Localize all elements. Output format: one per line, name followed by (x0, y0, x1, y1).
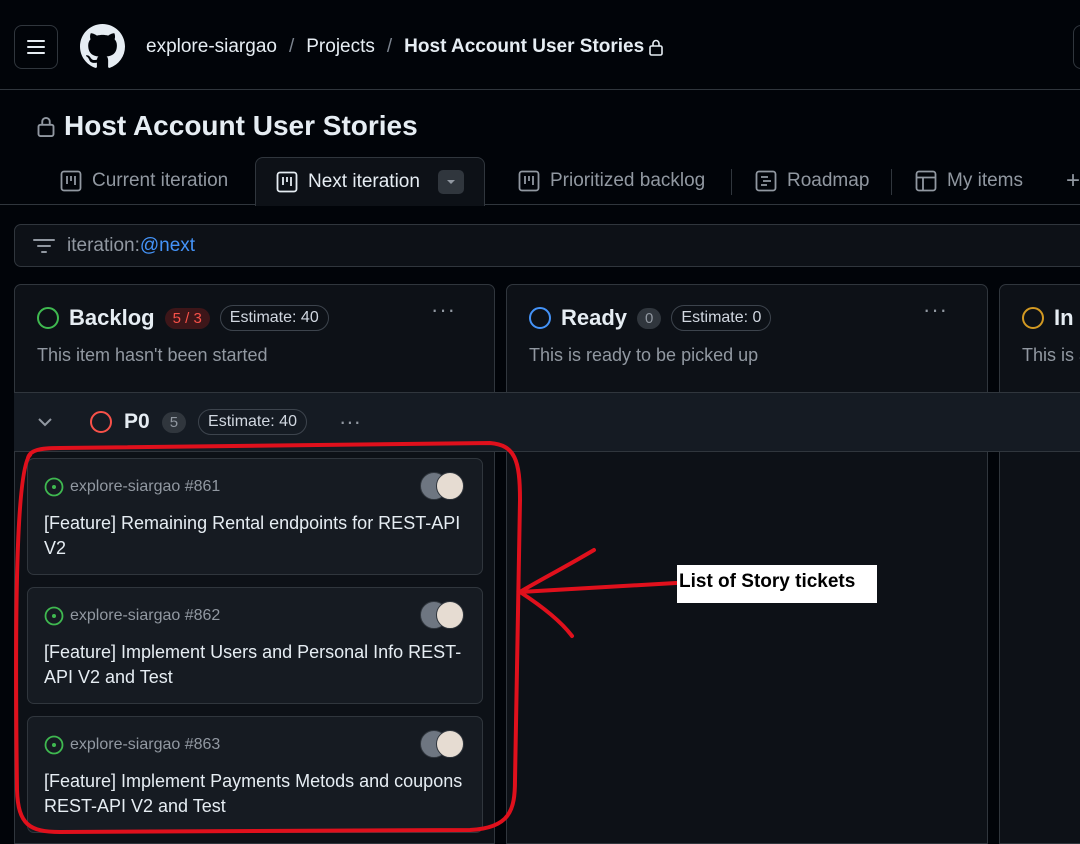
assignee-avatars[interactable] (420, 730, 466, 760)
breadcrumb: explore-siargao / Projects / Host Accoun… (146, 36, 664, 58)
project-title-text: Host Account User Stories (64, 110, 418, 141)
status-circle-icon (90, 411, 112, 433)
card-title[interactable]: [Feature] Implement Payments Metods and … (44, 769, 464, 819)
roadmap-icon (755, 170, 777, 192)
breadcrumb-current[interactable]: Host Account User Stories (404, 36, 664, 58)
column-ready: Ready 0 Estimate: 0 ··· This is ready to… (506, 284, 988, 844)
tab-label: Roadmap (787, 170, 870, 191)
issue-open-icon (44, 606, 64, 626)
card-title[interactable]: [Feature] Remaining Rental endpoints for… (44, 511, 464, 561)
column-count-badge: 5 / 3 (164, 307, 210, 329)
tab-roadmap[interactable]: Roadmap (755, 157, 869, 205)
filter-icon (33, 238, 55, 253)
filter-input[interactable]: iteration:@next (14, 224, 1080, 267)
annotation-label: List of Story tickets (677, 565, 877, 603)
column-description: This is ready to be picked up (529, 345, 759, 365)
status-circle-icon (529, 307, 551, 329)
chevron-down-icon[interactable] (36, 413, 54, 431)
issue-card[interactable]: explore-siargao #862 [Feature] Implement… (27, 587, 483, 704)
avatar (436, 472, 464, 500)
column-name: Backlog (69, 305, 155, 330)
breadcrumb-org-link[interactable]: explore-siargao (146, 36, 277, 58)
hamburger-menu-button[interactable] (14, 25, 58, 69)
group-count-badge: 5 (161, 411, 187, 433)
header-action-button[interactable] (1073, 25, 1080, 69)
avatar (436, 730, 464, 758)
group-header-p0: P0 5 Estimate: 40 ··· (14, 392, 1080, 452)
column-in-progress: In This is a (999, 284, 1080, 844)
assignee-avatars[interactable] (420, 601, 466, 631)
breadcrumb-separator: / (386, 36, 393, 57)
column-header: Ready 0 Estimate: 0 ··· This is ready to… (507, 285, 987, 393)
board-icon (518, 170, 540, 192)
status-circle-icon (1022, 307, 1044, 329)
tab-label: Prioritized backlog (550, 170, 706, 191)
tab-divider (891, 169, 892, 195)
column-header: Backlog 5 / 3 Estimate: 40 ··· This item… (15, 285, 494, 393)
issue-open-icon (44, 477, 64, 497)
avatar (436, 601, 464, 629)
tab-current-iteration[interactable]: Current iteration (60, 157, 228, 205)
column-description: This item hasn't been started (37, 345, 268, 365)
github-logo-icon[interactable] (80, 24, 125, 69)
group-name: P0 (124, 410, 150, 433)
page-title: Host Account User Stories (36, 110, 418, 142)
column-menu-button[interactable]: ··· (923, 297, 948, 323)
group-menu-button[interactable]: ··· (339, 409, 361, 435)
issue-card[interactable]: explore-siargao #863 [Feature] Implement… (27, 716, 483, 833)
assignee-avatars[interactable] (420, 472, 466, 502)
tab-divider (731, 169, 732, 195)
lock-icon (649, 39, 663, 56)
card-title[interactable]: [Feature] Implement Users and Personal I… (44, 640, 464, 690)
filter-value: @next (139, 234, 196, 256)
estimate-badge: Estimate: 40 (198, 409, 307, 435)
status-circle-icon (37, 307, 59, 329)
column-description: This is a (1022, 345, 1080, 365)
tab-options-button[interactable] (437, 170, 464, 194)
column-header: In This is a (1000, 285, 1080, 393)
new-view-button[interactable]: + (1066, 157, 1080, 205)
top-bar: explore-siargao / Projects / Host Accoun… (0, 0, 1080, 90)
card-repo-label[interactable]: explore-siargao #861 (70, 478, 220, 496)
breadcrumb-projects-link[interactable]: Projects (306, 36, 375, 58)
column-menu-button[interactable]: ··· (431, 297, 456, 323)
issue-card[interactable]: explore-siargao #861 [Feature] Remaining… (27, 458, 483, 575)
table-icon (915, 170, 937, 192)
board-icon (60, 170, 82, 192)
tab-label: Next iteration (308, 171, 420, 192)
column-name: In (1054, 305, 1074, 330)
estimate-badge: Estimate: 40 (219, 305, 329, 331)
tab-label: Current iteration (92, 170, 229, 191)
issue-open-icon (44, 735, 64, 755)
breadcrumb-separator: / (288, 36, 295, 57)
column-name: Ready (561, 305, 628, 330)
board-icon (276, 171, 298, 193)
estimate-badge: Estimate: 0 (671, 305, 772, 331)
tab-label: My items (947, 170, 1023, 191)
tab-prioritized-backlog[interactable]: Prioritized backlog (518, 157, 705, 205)
card-repo-label[interactable]: explore-siargao #862 (70, 607, 220, 625)
tab-my-items[interactable]: My items (915, 157, 1023, 205)
column-count-badge: 0 (637, 307, 662, 329)
view-tabs: Current iteration Next iteration Priorit… (0, 157, 1080, 206)
breadcrumb-current-label: Host Account User Stories (404, 36, 645, 57)
tab-next-iteration[interactable]: Next iteration (255, 157, 485, 206)
filter-key: iteration: (67, 234, 140, 256)
lock-icon (37, 116, 55, 137)
plus-icon: + (1066, 167, 1080, 194)
card-repo-label[interactable]: explore-siargao #863 (70, 736, 220, 754)
triangle-down-icon (446, 180, 455, 184)
